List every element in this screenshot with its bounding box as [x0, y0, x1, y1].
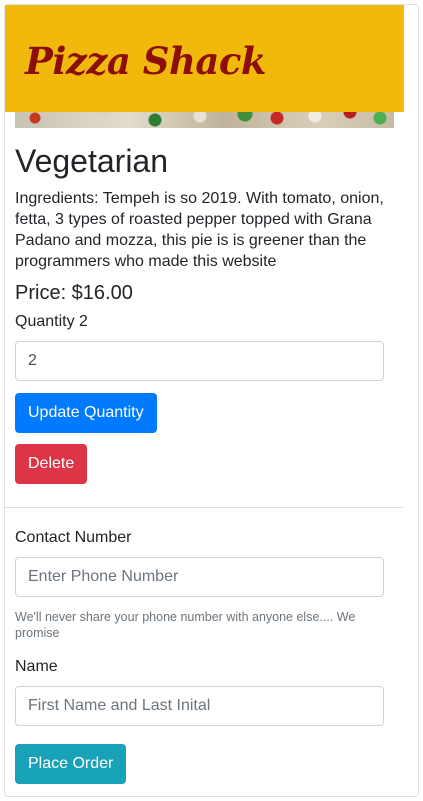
- navbar: Pizza Shack: [5, 5, 404, 112]
- delete-button[interactable]: Delete: [15, 444, 88, 484]
- place-order-button[interactable]: Place Order: [15, 744, 127, 784]
- section-divider: [5, 507, 404, 508]
- quantity-label: Quantity 2: [15, 313, 88, 330]
- update-quantity-button[interactable]: Update Quantity: [15, 393, 157, 433]
- phone-help-text: We'll never share your phone number with…: [15, 610, 356, 640]
- phone-number-input[interactable]: [15, 557, 384, 597]
- name-label: Name: [15, 658, 58, 675]
- name-input[interactable]: [15, 686, 384, 726]
- pizza-title: Vegetarian: [15, 143, 169, 179]
- contact-number-label: Contact Number: [15, 529, 132, 546]
- ingredients-text: Ingredients: Tempeh is so 2019. With tom…: [15, 190, 384, 270]
- brand-logo[interactable]: Pizza Shack: [25, 39, 267, 83]
- quantity-input[interactable]: [15, 341, 384, 381]
- price-text: Price: $16.00: [15, 282, 133, 304]
